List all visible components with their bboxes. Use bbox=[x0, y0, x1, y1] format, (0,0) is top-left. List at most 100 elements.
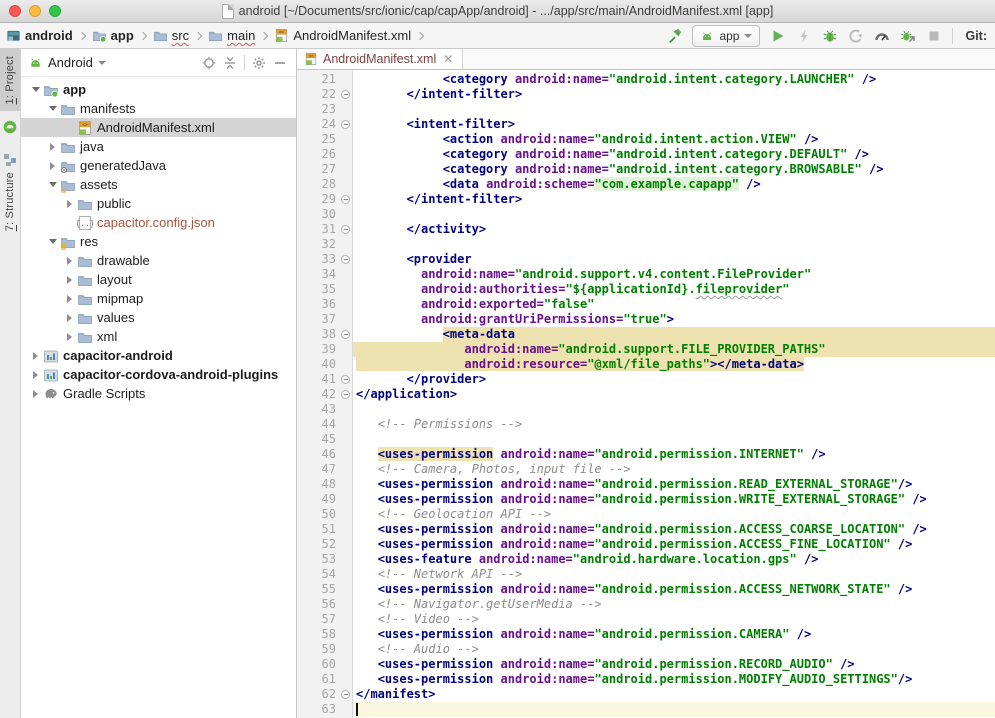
tree-item-drawable[interactable]: drawable bbox=[21, 251, 296, 270]
fold-icon[interactable] bbox=[341, 390, 350, 399]
breadcrumb-item-androidmanifest-xml[interactable]: <>AndroidManifest.xml bbox=[274, 28, 411, 43]
code-line[interactable]: </activity> bbox=[353, 222, 995, 237]
expand-arrow-icon[interactable] bbox=[63, 257, 76, 265]
collapse-arrow-icon[interactable] bbox=[46, 106, 59, 111]
close-window-button[interactable] bbox=[9, 5, 21, 17]
collapse-arrow-icon[interactable] bbox=[29, 87, 42, 92]
code-line[interactable]: </intent-filter> bbox=[353, 87, 995, 102]
expand-arrow-icon[interactable] bbox=[46, 162, 59, 170]
run-configuration-select[interactable]: app bbox=[692, 25, 760, 47]
code-line[interactable]: <uses-permission android:name="android.p… bbox=[353, 537, 995, 552]
code-line[interactable]: <data android:scheme="com.example.capapp… bbox=[353, 177, 995, 192]
code-line[interactable]: <category android:name="android.intent.c… bbox=[353, 162, 995, 177]
breadcrumb-item-src[interactable]: src bbox=[153, 28, 189, 43]
project-view-selector[interactable]: Android bbox=[48, 55, 93, 70]
fold-icon[interactable] bbox=[341, 225, 350, 234]
tree-item-generatedjava[interactable]: generatedJava bbox=[21, 156, 296, 175]
code-line[interactable]: </manifest> bbox=[353, 687, 995, 702]
code-line[interactable]: <uses-permission android:name="android.p… bbox=[353, 447, 995, 462]
code-line[interactable]: <uses-permission android:name="android.p… bbox=[353, 492, 995, 507]
tool-button-project[interactable]: 1: Project bbox=[0, 49, 20, 111]
code-line[interactable]: <intent-filter> bbox=[353, 117, 995, 132]
code-line[interactable]: <!-- Permissions --> bbox=[353, 417, 995, 432]
fold-icon[interactable] bbox=[341, 255, 350, 264]
expand-arrow-icon[interactable] bbox=[29, 390, 42, 398]
code-line[interactable] bbox=[353, 702, 995, 717]
collapse-arrow-icon[interactable] bbox=[46, 182, 59, 187]
debug-button[interactable] bbox=[821, 27, 838, 44]
code-line[interactable]: <action android:name="android.intent.act… bbox=[353, 132, 995, 147]
tree-item-app[interactable]: app bbox=[21, 80, 296, 99]
code-line[interactable]: android:name="android.support.FILE_PROVI… bbox=[353, 342, 995, 357]
tree-item-res[interactable]: res bbox=[21, 232, 296, 251]
tree-item-manifests[interactable]: manifests bbox=[21, 99, 296, 118]
code-line[interactable]: <!-- Audio --> bbox=[353, 642, 995, 657]
expand-arrow-icon[interactable] bbox=[63, 314, 76, 322]
minimize-window-button[interactable] bbox=[29, 5, 41, 17]
code-line[interactable] bbox=[353, 102, 995, 117]
tree-item-capacitor-config-json[interactable]: {..}capacitor.config.json bbox=[21, 213, 296, 232]
expand-arrow-icon[interactable] bbox=[63, 333, 76, 341]
code-line[interactable]: <uses-feature android:name="android.hard… bbox=[353, 552, 995, 567]
code-line[interactable]: <meta-data bbox=[353, 327, 995, 342]
tool-button-structure[interactable]: 7: Structure bbox=[0, 146, 20, 238]
code-line[interactable] bbox=[353, 432, 995, 447]
code-line[interactable]: <!-- Navigator.getUserMedia --> bbox=[353, 597, 995, 612]
gear-icon[interactable] bbox=[251, 55, 267, 71]
code-line[interactable]: </application> bbox=[353, 387, 995, 402]
code-line[interactable]: android:authorities="${applicationId}.fi… bbox=[353, 282, 995, 297]
code-line[interactable]: </intent-filter> bbox=[353, 192, 995, 207]
profiler-button[interactable] bbox=[873, 27, 890, 44]
collapse-arrow-icon[interactable] bbox=[46, 239, 59, 244]
fold-icon[interactable] bbox=[341, 90, 350, 99]
collapse-all-icon[interactable] bbox=[222, 55, 238, 71]
expand-arrow-icon[interactable] bbox=[63, 276, 76, 284]
breadcrumb-item-main[interactable]: main bbox=[208, 28, 255, 43]
code-line[interactable]: <category android:name="android.intent.c… bbox=[353, 72, 995, 87]
fold-icon[interactable] bbox=[341, 375, 350, 384]
tree-item-public[interactable]: public bbox=[21, 194, 296, 213]
tree-item-values[interactable]: values bbox=[21, 308, 296, 327]
code-line[interactable]: android:name="android.support.v4.content… bbox=[353, 267, 995, 282]
breadcrumb-item-android[interactable]: android bbox=[6, 28, 73, 43]
tree-item-layout[interactable]: layout bbox=[21, 270, 296, 289]
tree-item-mipmap[interactable]: mipmap bbox=[21, 289, 296, 308]
expand-arrow-icon[interactable] bbox=[46, 143, 59, 151]
code-line[interactable]: <uses-permission android:name="android.p… bbox=[353, 582, 995, 597]
expand-arrow-icon[interactable] bbox=[63, 200, 76, 208]
tree-item-java[interactable]: java bbox=[21, 137, 296, 156]
editor-body[interactable]: 21 <category android:name="android.inten… bbox=[297, 70, 995, 718]
tree-item-assets[interactable]: assets bbox=[21, 175, 296, 194]
fold-icon[interactable] bbox=[341, 330, 350, 339]
close-tab-icon[interactable]: ✕ bbox=[443, 53, 453, 65]
zoom-window-button[interactable] bbox=[49, 5, 61, 17]
code-line[interactable]: <provider bbox=[353, 252, 995, 267]
code-line[interactable]: <!-- Geolocation API --> bbox=[353, 507, 995, 522]
code-line[interactable] bbox=[353, 207, 995, 222]
code-line[interactable]: android:resource="@xml/file_paths"></met… bbox=[353, 357, 995, 372]
code-line[interactable]: <uses-permission android:name="android.p… bbox=[353, 657, 995, 672]
fold-icon[interactable] bbox=[341, 120, 350, 129]
run-button[interactable] bbox=[769, 27, 786, 44]
fold-icon[interactable] bbox=[341, 690, 350, 699]
code-line[interactable]: <!-- Video --> bbox=[353, 612, 995, 627]
attach-debugger-icon[interactable] bbox=[899, 27, 916, 44]
code-line[interactable] bbox=[353, 237, 995, 252]
code-line[interactable]: android:grantUriPermissions="true"> bbox=[353, 312, 995, 327]
code-line[interactable]: android:exported="false" bbox=[353, 297, 995, 312]
code-line[interactable]: <uses-permission android:name="android.p… bbox=[353, 672, 995, 687]
expand-arrow-icon[interactable] bbox=[29, 371, 42, 379]
android-model-icon[interactable] bbox=[3, 120, 17, 134]
code-line[interactable]: <!-- Camera, Photos, input file --> bbox=[353, 462, 995, 477]
locate-file-icon[interactable] bbox=[201, 55, 217, 71]
tree-item-androidmanifest-xml[interactable]: <>AndroidManifest.xml bbox=[21, 118, 296, 137]
tree-item-gradle-scripts[interactable]: Gradle Scripts bbox=[21, 384, 296, 403]
code-line[interactable]: <uses-permission android:name="android.p… bbox=[353, 627, 995, 642]
code-line[interactable]: <uses-permission android:name="android.p… bbox=[353, 477, 995, 492]
build-hammer-icon[interactable] bbox=[666, 27, 683, 44]
hide-panel-icon[interactable] bbox=[272, 55, 288, 71]
code-line[interactable]: <category android:name="android.intent.c… bbox=[353, 147, 995, 162]
tree-item-capacitor-android[interactable]: capacitor-android bbox=[21, 346, 296, 365]
breadcrumb-item-app[interactable]: app bbox=[92, 28, 134, 43]
expand-arrow-icon[interactable] bbox=[63, 295, 76, 303]
